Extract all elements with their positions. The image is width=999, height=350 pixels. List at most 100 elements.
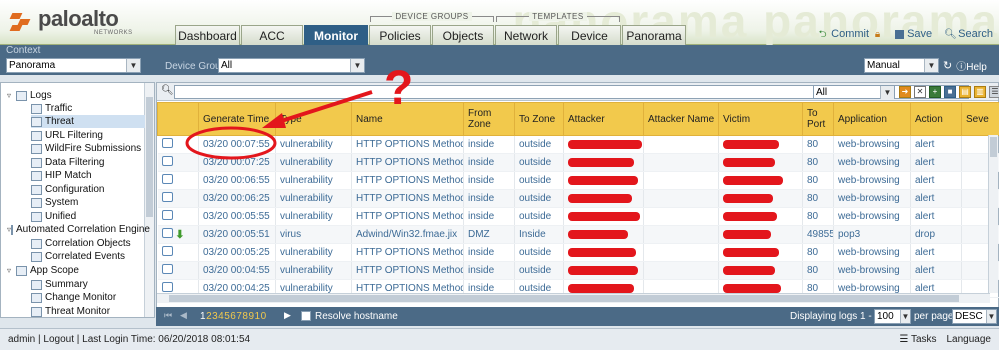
detail-cell[interactable]: ⬇: [157, 225, 199, 244]
sort-order-select[interactable]: DESC ▼: [952, 309, 997, 324]
column-header[interactable]: To Zone: [514, 102, 564, 136]
sidebar-item-threat-monitor[interactable]: Threat Monitor: [31, 305, 145, 317]
column-header[interactable]: To Port: [802, 102, 834, 136]
log-detail-icon[interactable]: [161, 228, 173, 238]
tab-policies[interactable]: Policies: [369, 25, 431, 45]
table-row[interactable]: 03/20 00:07:25 vulnerability HTTP OPTIONS …: [157, 153, 999, 172]
refresh-icon[interactable]: ↻: [943, 59, 952, 72]
filter-scope-select[interactable]: All ▼: [813, 85, 895, 99]
resolve-hostname-checkbox[interactable]: [301, 311, 311, 321]
table-row[interactable]: 03/20 00:06:55 vulnerability HTTP OPTIONS …: [157, 171, 999, 190]
sidebar-item-wildfire-submissions[interactable]: WildFire Submissions: [31, 142, 145, 155]
refresh-mode-select[interactable]: Manual ▼: [864, 58, 939, 73]
page-numbers[interactable]: 12345678910: [200, 311, 267, 322]
expand-icon[interactable]: ▿: [7, 91, 16, 100]
sidebar-item-change-monitor[interactable]: Change Monitor: [31, 291, 145, 304]
tab-network[interactable]: Network: [495, 25, 557, 45]
tab-objects[interactable]: Objects: [432, 25, 494, 45]
next-page-icon[interactable]: ▶: [284, 310, 291, 321]
table-row[interactable]: 03/20 00:05:55 vulnerability HTTP OPTIONS …: [157, 207, 999, 226]
tab-dashboard[interactable]: Dashboard: [175, 25, 240, 45]
detail-cell[interactable]: [157, 135, 199, 154]
sidebar-item-configuration[interactable]: Configuration: [31, 183, 145, 196]
save-filter-icon[interactable]: ■: [944, 86, 956, 98]
sidebar-item-data-filtering[interactable]: Data Filtering: [31, 156, 145, 169]
sidebar-item-threat[interactable]: Threat: [31, 115, 145, 128]
prev-page-icon[interactable]: ◀: [180, 310, 187, 321]
log-detail-icon[interactable]: [161, 264, 173, 274]
sidebar-item-url-filtering[interactable]: URL Filtering: [31, 129, 145, 142]
column-icon[interactable]: ☰: [989, 86, 999, 98]
load-filter-icon[interactable]: ▤: [959, 86, 971, 98]
clear-filter-icon[interactable]: ✕: [914, 86, 926, 98]
column-header[interactable]: Type: [275, 102, 352, 136]
detail-cell[interactable]: [157, 171, 199, 190]
log-detail-icon[interactable]: [161, 210, 173, 220]
sidebar-item-hip-match[interactable]: HIP Match: [31, 169, 145, 182]
export-icon[interactable]: ▥: [974, 86, 986, 98]
table-row[interactable]: ⬇ 03/20 00:05:51 virus Adwind/Win32.fmae.ji…: [157, 225, 999, 244]
commit-button[interactable]: ⮌ Commit 🔒︎: [817, 28, 883, 40]
sidebar-item-correlated-events[interactable]: Correlated Events: [31, 250, 145, 263]
sidebar-item-app-scope[interactable]: ▿ App Scope: [7, 264, 145, 277]
table-row[interactable]: 03/20 00:06:25 vulnerability HTTP OPTIONS …: [157, 189, 999, 208]
log-detail-icon[interactable]: [161, 174, 173, 184]
tab-acc[interactable]: ACC: [241, 25, 303, 45]
search-button[interactable]: 🔍︎ Search: [944, 28, 993, 40]
table-row[interactable]: 03/20 00:07:55 vulnerability HTTP OPTIONS …: [157, 135, 999, 154]
log-detail-icon[interactable]: [161, 282, 173, 292]
detail-cell[interactable]: [157, 153, 199, 172]
tasks-button[interactable]: ☰ Tasks: [899, 334, 936, 345]
log-detail-icon[interactable]: [161, 192, 173, 202]
apply-filter-icon[interactable]: ➜: [899, 86, 911, 98]
first-page-icon[interactable]: ⏮: [164, 310, 172, 321]
log-detail-icon[interactable]: [161, 138, 173, 148]
tab-device[interactable]: Device: [558, 25, 621, 45]
attacker-name-cell: [643, 243, 719, 262]
context-select[interactable]: Panorama ▼: [6, 58, 141, 73]
sidebar-scrollbar[interactable]: [144, 83, 154, 317]
detail-cell[interactable]: [157, 243, 199, 262]
detail-cell[interactable]: [157, 207, 199, 226]
sidebar-item-unified[interactable]: Unified: [31, 210, 145, 223]
detail-cell[interactable]: [157, 189, 199, 208]
sidebar-item-automated-correlation-engine[interactable]: ▿ Automated Correlation Engine: [7, 223, 150, 236]
table-horizontal-scrollbar[interactable]: [157, 293, 990, 303]
column-header[interactable]: Generate Time: [198, 102, 276, 136]
column-header[interactable]: Victim: [718, 102, 803, 136]
sidebar-item-system[interactable]: System: [31, 196, 145, 209]
expand-icon[interactable]: ▿: [7, 266, 16, 275]
log-detail-icon[interactable]: [161, 246, 173, 256]
type-cell: vulnerability: [275, 207, 352, 226]
column-header[interactable]: Seve: [961, 102, 999, 136]
logout-link[interactable]: Logout: [43, 334, 74, 345]
device-group-select[interactable]: All ▼: [218, 58, 365, 73]
log-detail-icon[interactable]: [161, 156, 173, 166]
column-header[interactable]: From Zone: [463, 102, 515, 136]
column-header[interactable]: Attacker Name: [643, 102, 719, 136]
table-vertical-scrollbar[interactable]: [988, 135, 998, 293]
tab-panorama[interactable]: Panorama: [622, 25, 686, 45]
save-button[interactable]: Save: [895, 28, 932, 40]
column-header[interactable]: Application: [833, 102, 911, 136]
sidebar-item-summary[interactable]: Summary: [31, 278, 145, 291]
table-row[interactable]: 03/20 00:05:25 vulnerability HTTP OPTIONS …: [157, 243, 999, 262]
column-header[interactable]: Attacker: [563, 102, 644, 136]
download-icon[interactable]: ⬇: [175, 228, 184, 241]
add-filter-icon[interactable]: +: [929, 86, 941, 98]
chevron-down-icon: ▼: [880, 86, 894, 99]
tab-monitor[interactable]: Monitor: [304, 25, 368, 45]
column-header[interactable]: Action: [910, 102, 962, 136]
column-header[interactable]: [157, 102, 199, 136]
last-login-time: Last Login Time: 06/20/2018 08:01:54: [82, 334, 251, 345]
language-link[interactable]: Language: [947, 334, 992, 345]
column-header[interactable]: Name: [351, 102, 464, 136]
sidebar-item-logs[interactable]: ▿ Logs: [7, 89, 145, 102]
table-row[interactable]: 03/20 00:04:55 vulnerability HTTP OPTIONS …: [157, 261, 999, 280]
sidebar-item-correlation-objects[interactable]: Correlation Objects: [31, 237, 145, 250]
current-user: admin: [8, 334, 36, 345]
sidebar-item-traffic[interactable]: Traffic: [31, 102, 145, 115]
per-page-select[interactable]: 100 ▼: [874, 309, 911, 324]
help-button[interactable]: ⓘHelp: [956, 58, 987, 73]
detail-cell[interactable]: [157, 261, 199, 280]
